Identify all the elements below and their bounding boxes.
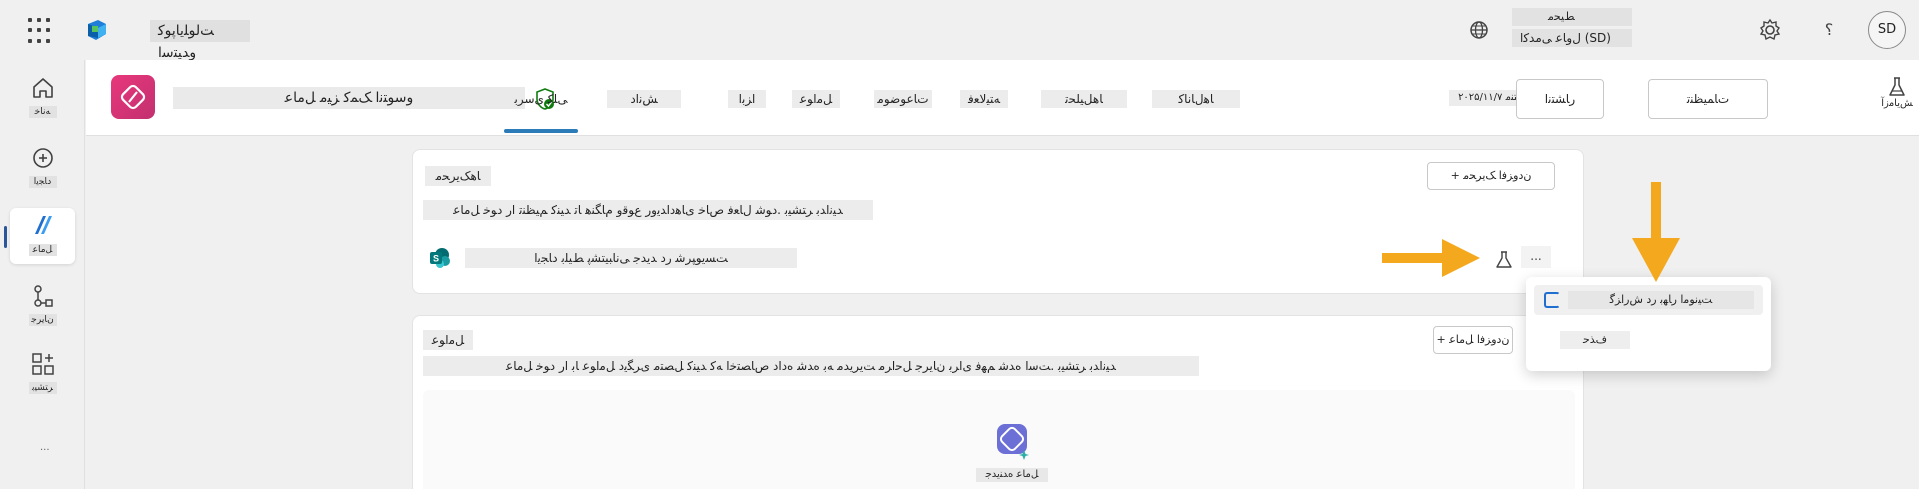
tab-knowledge[interactable]: ﺶﻧﺍﺩ <box>607 90 681 108</box>
agents-card: ﻞﻣﺍﻮﻋ + ﻥﺩﻭﺰﻓﺍ ﻞﻣﺎﻋ ﺪﻴﻧﺍﺪﺑ ﺮﺘﺸﻴﺑ .ﺖﺳﺍ ﻩﺪ… <box>412 315 1584 489</box>
agents-description: ﺪﻴﻧﺍﺪﺑ ﺮﺘﺸﻴﺑ .ﺖﺳﺍ ﻩﺪﺷ ﻢﻬﻓ ﯼﺍﺮﺑ ﻥﺎﻳﺮﺟ ﻞﺣﺍ… <box>423 356 1199 376</box>
agents-empty-state: ﻞﻣﺎﻋ ﻩﺪﻨﻳﺪﺟ <box>423 390 1575 489</box>
environment-value: ﻝﻭﺎﻋ ﯽﻣﺪﻛﺍ (SD) <box>1512 29 1632 47</box>
copilot-studio-logo <box>88 20 106 40</box>
add-agent-button[interactable]: + ﻥﺩﻭﺰﻓﺍ ﻞﻣﺎﻋ <box>1433 326 1513 354</box>
add-trigger-button[interactable]: + ﻥﺩﻭﺰﻓﺍ ﮏﻳﺮﺤﻣ <box>1427 162 1555 190</box>
tab-activity[interactable]: ﻪﺘﻴﻟﺎﻌﻓ <box>960 90 1008 108</box>
rail-label: ﻥﺎﻳﺮﺟ <box>28 314 57 326</box>
rail-item-create[interactable]: ﺩﺎﺠﻳﺍ <box>10 140 75 196</box>
environment-title: ﻂﻴﺤﻣ <box>1512 8 1632 26</box>
agent-logo <box>111 75 155 119</box>
trigger-row-label: ﺖﺴﻳﻮﭙﺮﺷ ﺭﺩ ﺪﻳﺪﺟ ﯽﻧﺎﺒﻴﺘﺸﭘ ﻂﻴﻠﺑ ﺩﺎﺠﻳﺍ <box>465 248 797 268</box>
flask-icon <box>1889 77 1905 96</box>
agent-name[interactable]: ﻭﺳﻮﺘﻧﺍ ﮏﻤﮐ ﺰﻴﻣ ﻞﻣﺎﻋ <box>173 87 525 109</box>
annotation-arrow-right <box>1382 239 1480 277</box>
top-header: ﺖﻟﻮﻠﻳﺎﭘﻮﮐ ﻭﺪﻴﺘﺳﺍ ﻂﻴﺤﻣ ﻝﻭﺎﻋ ﯽﻣﺪﻛﺍ (SD) ؟ … <box>0 0 1919 61</box>
rail-label: ﺮﺘﺸﻴﺑ <box>28 382 57 394</box>
trigger-context-menu: ﺖﻴﻧﻮﻣﺍ ﺭﺎﻬﺑ ﺭﺩ ﺵﺭﺍﺰﮔ ﻑﺬﺣ <box>1526 277 1771 371</box>
copilot-agent-icon <box>997 424 1029 460</box>
agent-header: ﻭﺳﻮﺘﻧﺍ ﮏﻤﮐ ﺰﻴﻣ ﻞﻣﺎﻋ ﯽﻠﮐ ﯼﺳﺮﺑ ﺶﻧﺍﺩ ﺍﺰﺑﺍ ﻞ… <box>86 60 1919 136</box>
annotation-arrow-down <box>1632 182 1680 282</box>
report-icon <box>1544 292 1560 308</box>
agents-title: ﻞﻣﺍﻮﻋ <box>423 330 473 350</box>
trigger-more-button[interactable]: ... <box>1521 246 1551 268</box>
tab-channels[interactable]: ﺎﻫﻝﺎﻧﺎﻛ <box>1152 90 1240 108</box>
app-launcher-icon[interactable] <box>28 18 54 44</box>
rail-label: ﺩﺎﺠﻳﺍ <box>28 176 57 188</box>
apps-icon <box>31 353 54 375</box>
rail-more-button[interactable]: ... <box>40 442 50 453</box>
settings-button[interactable]: ﺕﺎﻤﻴﻈﻨﺗ <box>1648 79 1768 119</box>
menu-item-label: ﻑﺬﺣ <box>1560 331 1630 349</box>
rail-label: ﻞﻣﺎﻋ <box>28 244 57 256</box>
left-navigation-rail: ﻪﻧﺎﺧ ﺩﺎﺠﻳﺍ ﻞﻣﺎﻋ ﻥﺎﻳﺮﺟ ﺮﺘﺸﻴﺑ ... <box>0 60 85 489</box>
rail-item-home[interactable]: ﻪﻧﺎﺧ <box>10 70 75 126</box>
new-agent-label: ﻞﻣﺎﻋ ﻩﺪﻨﻳﺪﺟ <box>976 468 1048 482</box>
menu-item-delete[interactable]: ﻑﺬﺣ <box>1534 325 1763 355</box>
user-avatar[interactable]: SD <box>1868 11 1906 49</box>
rail-active-indicator <box>4 226 7 248</box>
environment-picker[interactable]: ﻂﻴﺤﻣ ﻝﻭﺎﻋ ﯽﻣﺪﻛﺍ (SD) <box>1512 8 1632 47</box>
rail-label: ﻪﻧﺎﺧ <box>28 106 57 118</box>
menu-item-report-issue[interactable]: ﺖﻴﻧﻮﻣﺍ ﺭﺎﻬﺑ ﺭﺩ ﺵﺭﺍﺰﮔ <box>1534 285 1763 315</box>
menu-item-label: ﺖﻴﻧﻮﻣﺍ ﺭﺎﻬﺑ ﺭﺩ ﺵﺭﺍﺰﮔ <box>1568 291 1754 309</box>
agents-icon <box>34 216 52 234</box>
settings-gear-icon[interactable] <box>1757 17 1783 43</box>
tab-topics[interactable]: ﺕﺎﻋﻮﺿﻮﻣ <box>874 90 932 108</box>
globe-icon[interactable] <box>1467 18 1491 42</box>
svg-text:S: S <box>433 254 439 264</box>
test-button[interactable]: ﺶﻳﺎﻣﺯﺁ <box>1880 76 1914 120</box>
test-button-label: ﺶﻳﺎﻣﺯﺁ <box>1881 98 1913 109</box>
home-icon <box>32 78 53 98</box>
tab-analytics[interactable]: ﺎﻫﻞﻴﻠﺤﺗ <box>1041 90 1127 108</box>
tab-agents[interactable]: ﻞﻣﺍﻮﻋ <box>792 90 840 108</box>
test-trigger-icon[interactable] <box>1494 250 1514 270</box>
publish-button[interactable]: ﺭﺎﺸﺘﻧﺍ <box>1516 79 1604 119</box>
rail-item-flows[interactable]: ﻥﺎﻳﺮﺟ <box>10 278 75 334</box>
sharepoint-icon: S <box>430 248 450 268</box>
rail-item-agents[interactable]: ﻞﻣﺎﻋ <box>10 208 75 264</box>
tab-overview[interactable]: ﯽﻠﮐ ﯼﺳﺮﺑ <box>504 90 578 108</box>
agent-logo-icon <box>120 84 146 110</box>
brand-name: ﺖﻟﻮﻠﻳﺎﭘﻮﮐ ﻭﺪﻴﺘﺳﺍ <box>150 20 250 61</box>
flows-icon <box>33 285 53 307</box>
rail-item-more-apps[interactable]: ﺮﺘﺸﻴﺑ <box>10 346 75 402</box>
create-icon <box>32 148 53 168</box>
help-icon[interactable]: ؟ <box>1818 20 1840 42</box>
tab-tools[interactable]: ﺍﺰﺑﺍ <box>728 90 766 108</box>
active-tab-underline <box>504 129 578 133</box>
triggers-title: ﺎﻫﮏﻳﺮﺤﻣ <box>425 166 491 186</box>
triggers-description: ﺪﻴﻧﺍﺪﺑ ﺮﺘﺸﻴﺑ .ﺩﻮﺷ ﻝﺎﻌﻓ ﺹﺎﺧ ﯼﺎﻫﺩﺍﺪﻳﻭﺭ ﻉﻮﻗ… <box>423 200 873 220</box>
